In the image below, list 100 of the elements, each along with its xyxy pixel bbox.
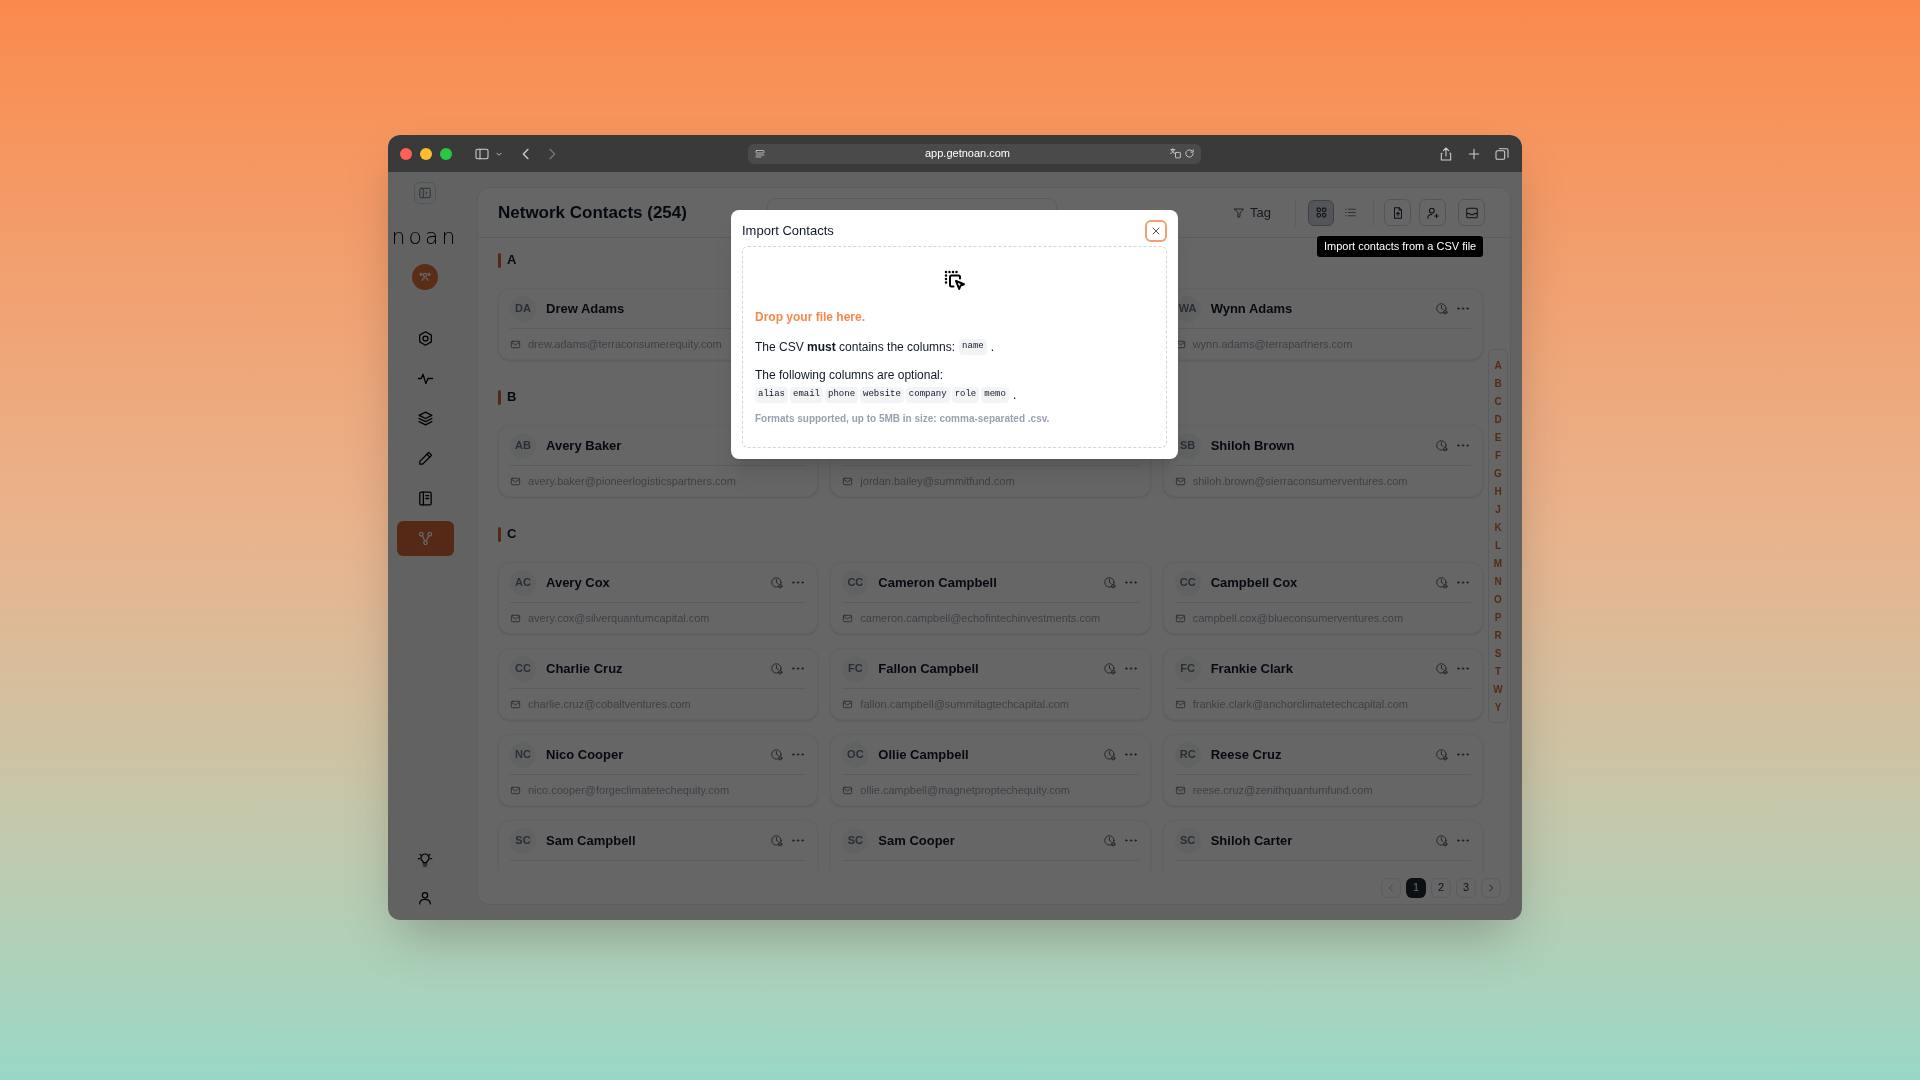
reminder-button[interactable] [1102, 575, 1117, 590]
reminder-button[interactable] [1435, 438, 1449, 453]
reminder-button[interactable] [1435, 747, 1449, 762]
next-page-button[interactable] [1481, 877, 1501, 898]
reminder-button[interactable] [1102, 833, 1117, 848]
index-letter[interactable]: D [1494, 410, 1502, 428]
mail-icon [510, 698, 521, 710]
contact-name: Avery Baker [546, 436, 622, 455]
url-text: app.getnoan.com [924, 146, 1011, 162]
clock-icon [770, 661, 785, 676]
clock-icon [770, 575, 785, 590]
user-avatar[interactable] [412, 264, 438, 290]
address-bar[interactable]: app.getnoan.com [748, 143, 1201, 164]
nav-item[interactable] [396, 521, 454, 556]
notebook-icon [416, 490, 434, 507]
index-letter[interactable]: E [1494, 428, 1502, 446]
mail-icon [842, 784, 854, 796]
mail-icon [510, 338, 521, 350]
window-control[interactable] [420, 147, 432, 160]
clock-icon [1102, 747, 1117, 762]
mail-icon [842, 698, 854, 710]
clock-icon [1435, 747, 1449, 762]
page-title: Network Contacts (254) [498, 201, 687, 224]
contact-name: Fallon Campbell [878, 659, 979, 678]
index-letter[interactable]: M [1493, 554, 1503, 572]
index-letter[interactable]: W [1493, 680, 1503, 698]
window-control[interactable] [400, 147, 412, 160]
index-letter[interactable]: C [1494, 392, 1502, 410]
page-button[interactable]: 1 [1406, 877, 1426, 898]
dialog-title: Import Contacts [742, 222, 834, 241]
index-letter[interactable]: K [1494, 518, 1502, 536]
tag-filter-button[interactable]: Tag [1227, 198, 1277, 227]
formats-note: Formats supported, up to 5MB in size: comma-separated .csv. [755, 412, 1051, 426]
index-letter[interactable]: T [1494, 662, 1502, 680]
clock-icon [1102, 661, 1117, 676]
contact-name: Nico Cooper [546, 745, 624, 764]
column-name: company [905, 387, 950, 403]
close-button[interactable] [1145, 220, 1167, 242]
mail-icon [510, 612, 521, 624]
reminder-button[interactable] [770, 575, 785, 590]
index-letter[interactable]: Y [1494, 698, 1502, 716]
section-marker [498, 526, 501, 542]
clock-icon [1435, 301, 1449, 316]
network-icon [416, 530, 434, 547]
index-letter[interactable]: A [1494, 356, 1502, 374]
reminder-button[interactable] [1435, 575, 1449, 590]
window-control[interactable] [440, 147, 452, 160]
index-letter[interactable]: P [1494, 608, 1502, 626]
index-letter[interactable]: J [1495, 500, 1501, 518]
dots-icon [792, 753, 805, 756]
translate-icon [1169, 147, 1182, 160]
page-button[interactable]: 2 [1431, 877, 1451, 898]
reminder-button[interactable] [770, 747, 785, 762]
contact-name: Sam Cooper [878, 831, 955, 850]
close-icon [1150, 225, 1162, 237]
mail-icon [1174, 475, 1186, 487]
index-letter[interactable]: L [1494, 536, 1502, 554]
index-letter[interactable]: O [1494, 590, 1502, 608]
index-letter[interactable]: H [1494, 482, 1502, 500]
reminder-button[interactable] [1102, 661, 1117, 676]
section-letter: C [507, 525, 517, 544]
grid-view-button[interactable] [1308, 199, 1334, 226]
import-csv-button[interactable] [1384, 199, 1411, 226]
contact-name: Charlie Cruz [546, 659, 623, 678]
inbox-button[interactable] [1458, 199, 1485, 226]
index-letter[interactable]: N [1494, 572, 1502, 590]
column-name: role [951, 387, 980, 403]
reminder-button[interactable] [1435, 301, 1449, 316]
drag-drop-icon [942, 269, 967, 293]
punctuation: . [990, 339, 995, 356]
contact-name: Cameron Campbell [878, 573, 997, 592]
pencil-icon [416, 450, 434, 467]
reminder-button[interactable] [770, 833, 785, 848]
index-letter[interactable]: G [1494, 464, 1502, 482]
reminder-button[interactable] [1435, 833, 1449, 848]
dots-icon [1124, 581, 1137, 584]
section-letter: A [507, 251, 517, 270]
add-contact-button[interactable] [1419, 199, 1446, 226]
index-letter[interactable]: B [1494, 374, 1502, 392]
dots-icon [1457, 839, 1469, 842]
clock-icon [770, 833, 785, 848]
dots-icon [1124, 753, 1137, 756]
dots-icon [1124, 667, 1137, 670]
dots-icon [1457, 307, 1469, 310]
column-name: phone [825, 387, 859, 403]
reminder-button[interactable] [770, 661, 785, 676]
index-letter[interactable]: F [1494, 446, 1502, 464]
layers-icon [416, 410, 434, 427]
lightbulb-button[interactable] [415, 850, 435, 870]
reminder-button[interactable] [1435, 661, 1449, 676]
share-icon[interactable] [1438, 145, 1454, 162]
dots-icon [792, 667, 805, 670]
reminder-button[interactable] [1102, 747, 1117, 762]
section-letter: B [507, 388, 517, 407]
collapse-sidebar-button[interactable] [414, 182, 436, 204]
dots-icon [1457, 581, 1469, 584]
tabs-icon[interactable] [1494, 145, 1510, 162]
page-button[interactable]: 3 [1456, 877, 1476, 898]
index-letter[interactable]: R [1494, 626, 1502, 644]
index-letter[interactable]: S [1494, 644, 1502, 662]
